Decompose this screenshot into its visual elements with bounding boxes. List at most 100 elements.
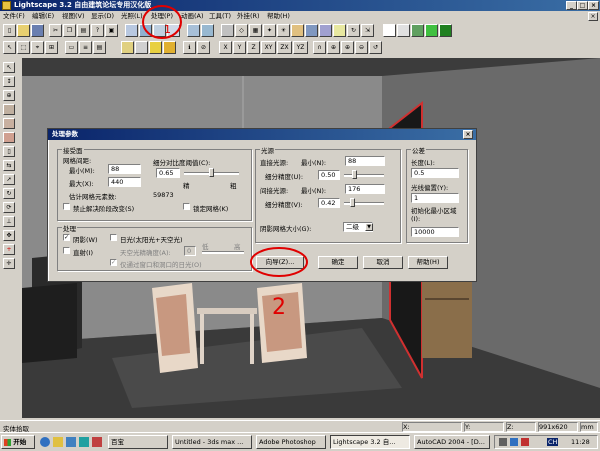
direct-min-input[interactable]: 88 xyxy=(345,156,385,166)
save-icon[interactable] xyxy=(31,24,44,37)
new-file-icon[interactable]: ▯ xyxy=(3,24,16,37)
print-icon[interactable]: ▣ xyxy=(105,24,118,37)
grid-icon[interactable]: ▦ xyxy=(249,24,262,37)
task-baibao[interactable]: 百宝 xyxy=(108,435,168,449)
axis-tool-icon[interactable]: ⊥ xyxy=(3,216,15,227)
fly-tool-icon[interactable]: ➚ xyxy=(3,174,15,185)
close-button[interactable]: × xyxy=(588,1,599,10)
slider-thumb[interactable] xyxy=(209,168,214,177)
rotate-icon[interactable]: ↻ xyxy=(347,24,360,37)
cube-view-icon[interactable] xyxy=(125,24,138,37)
quick-launch-ie-icon[interactable] xyxy=(40,437,50,447)
ray-offset-input[interactable]: 1 xyxy=(411,193,459,203)
render-icon[interactable] xyxy=(201,24,214,37)
select-all-icon[interactable]: ⬚ xyxy=(17,41,30,54)
scale-icon[interactable]: ⇲ xyxy=(361,24,374,37)
open-file-icon[interactable] xyxy=(17,24,30,37)
zoom-out-icon[interactable]: ⊖ xyxy=(355,41,368,54)
layers-icon[interactable] xyxy=(221,24,234,37)
dialog-close-button[interactable]: × xyxy=(463,130,473,139)
tray-network-icon[interactable] xyxy=(510,438,518,446)
direct-subdiv-slider[interactable] xyxy=(344,170,384,179)
max-input[interactable]: 440 xyxy=(108,177,141,187)
axis-z-button[interactable]: Z xyxy=(247,41,260,54)
info-icon[interactable]: ℹ xyxy=(183,41,196,54)
sphere-white-icon[interactable] xyxy=(383,24,396,37)
view-tool-icon[interactable] xyxy=(3,104,15,115)
paste-icon[interactable]: ▤ xyxy=(77,24,90,37)
block-icon[interactable] xyxy=(319,24,332,37)
list-icon[interactable]: ≡ xyxy=(79,41,92,54)
quick-launch-media-icon[interactable] xyxy=(79,437,89,447)
material-tool-icon[interactable] xyxy=(3,132,15,143)
plane-yz-button[interactable]: YZ xyxy=(293,41,308,54)
direct-checkbox[interactable] xyxy=(63,247,70,254)
move-tool-icon[interactable]: ✥ xyxy=(3,230,15,241)
zoom-in-icon[interactable]: ⊕ xyxy=(341,41,354,54)
sky-precision-input[interactable]: 0 xyxy=(184,246,196,256)
hide-icon[interactable]: ⊘ xyxy=(197,41,210,54)
minimize-button[interactable]: _ xyxy=(566,1,577,10)
daylight-checkbox[interactable] xyxy=(110,234,117,241)
help-icon[interactable]: ? xyxy=(91,24,104,37)
task-3dsmax[interactable]: Untitled - 3ds max ... xyxy=(172,435,252,449)
copy-icon[interactable]: ❐ xyxy=(63,24,76,37)
zoom-obj-icon[interactable] xyxy=(135,41,148,54)
plus-tool-icon[interactable]: + xyxy=(3,244,15,255)
snap-icon[interactable]: ⊕ xyxy=(327,41,340,54)
task-photoshop[interactable]: Adobe Photoshop xyxy=(256,435,326,449)
wire-icon[interactable]: ◇ xyxy=(235,24,248,37)
select-arrow-icon[interactable]: ↖ xyxy=(3,41,16,54)
menu-file[interactable]: 文件(F) xyxy=(3,11,25,22)
chevron-down-icon[interactable]: ▼ xyxy=(365,223,373,231)
subdiv-threshold-slider[interactable] xyxy=(184,168,239,177)
menu-animation[interactable]: 动画(A) xyxy=(181,11,204,22)
quick-launch-app-icon[interactable] xyxy=(92,437,102,447)
material-icon[interactable] xyxy=(291,24,304,37)
orbit-icon[interactable]: ↺ xyxy=(369,41,382,54)
cross-tool-icon[interactable]: ✛ xyxy=(3,258,15,269)
camera-icon[interactable] xyxy=(187,24,200,37)
tray-ime-label[interactable]: CH xyxy=(547,438,559,446)
select-tool-icon[interactable]: ↖ xyxy=(3,62,15,73)
cancel-button[interactable]: 取消 xyxy=(363,256,403,269)
min-input[interactable]: 88 xyxy=(108,164,141,174)
indirect-min-input[interactable]: 176 xyxy=(345,184,385,194)
shadow-checkbox[interactable]: ✓ xyxy=(63,234,70,241)
light-icon[interactable] xyxy=(333,24,346,37)
help-button[interactable]: 帮助(H) xyxy=(408,256,448,269)
no-subdiv-checkbox[interactable] xyxy=(63,203,70,210)
block-tool-icon[interactable]: ▯ xyxy=(3,146,15,157)
menu-plugins[interactable]: 外挂(R) xyxy=(237,11,260,22)
layer-tool-icon[interactable] xyxy=(3,118,15,129)
cube-green-icon[interactable] xyxy=(425,24,438,37)
sun-orb-icon[interactable] xyxy=(163,41,176,54)
sphere-gray-icon[interactable] xyxy=(397,24,410,37)
menu-help[interactable]: 帮助(H) xyxy=(267,11,290,22)
slider-thumb[interactable] xyxy=(350,198,355,207)
menu-view[interactable]: 视图(V) xyxy=(62,11,85,22)
length-input[interactable]: 0.5 xyxy=(411,168,459,178)
windows-only-checkbox[interactable]: ✓ xyxy=(110,259,117,266)
pan-tool-icon[interactable]: ↕ xyxy=(3,76,15,87)
axis-y-button[interactable]: Y xyxy=(233,41,246,54)
hierarchy-icon[interactable]: ⊞ xyxy=(45,41,58,54)
texture-icon[interactable] xyxy=(305,24,318,37)
indirect-subdiv-input[interactable]: 0.42 xyxy=(318,198,340,208)
doc-close-button[interactable]: × xyxy=(588,12,598,21)
ok-button[interactable]: 确定 xyxy=(318,256,358,269)
tray-volume-icon[interactable] xyxy=(499,438,507,446)
move-icon[interactable] xyxy=(121,41,134,54)
cut-icon[interactable]: ✂ xyxy=(49,24,62,37)
sun-icon[interactable]: ☀ xyxy=(277,24,290,37)
cube-dark-icon[interactable] xyxy=(439,24,452,37)
menu-display[interactable]: 显示(D) xyxy=(91,11,114,22)
plane-zx-button[interactable]: ZX xyxy=(277,41,292,54)
init-mesh-input[interactable]: 10000 xyxy=(411,227,459,237)
menu-tools[interactable]: 工具(T) xyxy=(209,11,231,22)
start-button[interactable]: 开始 xyxy=(1,435,35,449)
axis-x-button[interactable]: X xyxy=(219,41,232,54)
task-lightscape[interactable]: Lightscape 3.2 自... xyxy=(330,435,410,449)
sky-precision-slider[interactable] xyxy=(202,251,244,254)
magnet-icon[interactable]: ∩ xyxy=(313,41,326,54)
